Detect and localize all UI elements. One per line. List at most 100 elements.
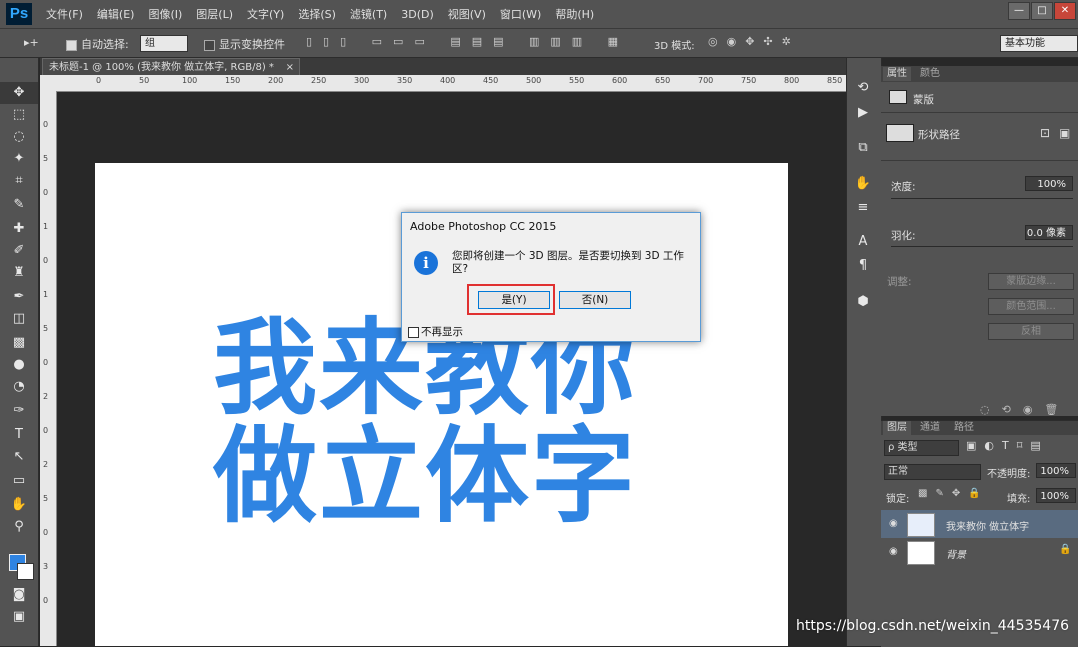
- zoom-tool-icon[interactable]: ⚲: [0, 516, 38, 538]
- ruler-tick-label: 500: [526, 76, 542, 85]
- document-tab[interactable]: 未标题-1 @ 100% (我来教你 做立体字, RGB/8) * ×: [42, 58, 300, 75]
- crop-tool-icon[interactable]: ⌗: [0, 170, 38, 192]
- mask-edge-button[interactable]: 蒙版边缘...: [988, 273, 1074, 290]
- divider: [881, 112, 1078, 113]
- layer-name[interactable]: 背景: [946, 546, 966, 561]
- layer-row-text[interactable]: ◉ 我来教你 做立体字: [881, 510, 1078, 538]
- menu-edit[interactable]: 编辑(E): [97, 6, 135, 22]
- visibility-eye-icon[interactable]: ◉: [889, 518, 899, 529]
- vector-mask-icon: [886, 124, 914, 142]
- pen-tool-icon[interactable]: ✑: [0, 400, 38, 422]
- menu-3d[interactable]: 3D(D): [401, 8, 434, 21]
- menu-file[interactable]: 文件(F): [46, 6, 83, 22]
- feather-slider[interactable]: [891, 246, 1073, 247]
- menu-image[interactable]: 图像(I): [148, 6, 182, 22]
- ruler-tick-label: 0: [43, 120, 49, 129]
- fill-input[interactable]: 100%: [1036, 488, 1076, 503]
- add-vector-mask-icon[interactable]: ▣: [1059, 126, 1070, 140]
- color-range-button[interactable]: 颜色范围...: [988, 298, 1074, 315]
- sliders-icon[interactable]: ≡: [846, 198, 880, 218]
- menu-view[interactable]: 视图(V): [448, 6, 486, 22]
- tab-color[interactable]: 颜色: [916, 67, 944, 81]
- adjustments-icon[interactable]: ✋: [846, 174, 880, 194]
- ruler-tick-label: 50: [139, 76, 150, 85]
- actions-play-icon[interactable]: ▶: [846, 103, 880, 123]
- dodge-tool-icon[interactable]: ◔: [0, 376, 38, 398]
- opacity-input[interactable]: 100%: [1036, 463, 1076, 478]
- layer-filter-icons[interactable]: ▣◐T⌑▤: [966, 439, 1049, 452]
- history-panel-icon[interactable]: ⟲: [846, 78, 880, 98]
- tab-paths[interactable]: 路径: [950, 421, 978, 435]
- fill-label: 填充:: [1007, 494, 1031, 505]
- no-button[interactable]: 否(N): [559, 291, 631, 309]
- visibility-eye-icon[interactable]: ◉: [889, 546, 899, 557]
- healing-brush-icon[interactable]: ✚: [0, 218, 38, 240]
- hand-tool-icon[interactable]: ✋: [0, 494, 38, 516]
- screen-mode-icon[interactable]: ▣: [0, 606, 38, 628]
- ruler-tick-label: 0: [43, 426, 49, 435]
- dont-show-checkbox[interactable]: 不再显示: [408, 324, 463, 339]
- history-brush-icon[interactable]: ✒: [0, 286, 38, 308]
- character-panel-icon[interactable]: A: [846, 232, 880, 252]
- marquee-tool-icon[interactable]: ⬚: [0, 104, 38, 126]
- gradient-tool-icon[interactable]: ▩: [0, 332, 38, 354]
- workspace-dropdown[interactable]: 基本功能: [1000, 35, 1078, 52]
- feather-input[interactable]: 0.0 像素: [1025, 225, 1073, 240]
- canvas-text-line2: 做立体字: [213, 415, 638, 537]
- tool-presets-icon[interactable]: ⧉: [846, 138, 880, 158]
- show-transform-label: 显示变换控件: [219, 38, 285, 51]
- paragraph-panel-icon[interactable]: ¶: [846, 256, 880, 276]
- stamp-tool-icon[interactable]: ♜: [0, 262, 38, 284]
- ruler-tick-label: 750: [741, 76, 757, 85]
- ruler-tick-label: 300: [354, 76, 370, 85]
- menu-filter[interactable]: 滤镜(T): [350, 6, 387, 22]
- tab-layers[interactable]: 图层: [883, 421, 911, 435]
- 3d-mode-icons[interactable]: ◎◉✥✣✲: [708, 35, 800, 48]
- quick-mask-icon[interactable]: ◙: [0, 584, 38, 606]
- feather-label: 羽化:: [891, 230, 916, 242]
- blend-mode-dropdown[interactable]: 正常: [884, 464, 981, 480]
- auto-select-dropdown[interactable]: 组: [140, 35, 188, 52]
- adjust-label: 调整:: [887, 276, 912, 288]
- close-button[interactable]: ✕: [1054, 2, 1076, 20]
- shape-tool-icon[interactable]: ▭: [0, 470, 38, 492]
- checkbox-icon: [408, 326, 419, 338]
- menu-window[interactable]: 窗口(W): [500, 6, 541, 22]
- type-tool-icon[interactable]: T: [0, 424, 38, 446]
- path-select-icon[interactable]: ↖: [0, 446, 38, 468]
- magic-wand-icon[interactable]: ✦: [0, 148, 38, 170]
- move-tool-icon[interactable]: ✥: [0, 82, 38, 104]
- maximize-button[interactable]: □: [1031, 2, 1053, 20]
- menu-help[interactable]: 帮助(H): [555, 6, 594, 22]
- auto-select-checkbox[interactable]: 自动选择:: [66, 36, 129, 52]
- photoshop-logo: Ps: [6, 3, 32, 25]
- show-transform-checkbox[interactable]: 显示变换控件: [204, 36, 285, 52]
- lock-icon: 🔒: [1059, 544, 1072, 555]
- density-input[interactable]: 100%: [1025, 176, 1073, 191]
- 3d-panel-icon[interactable]: ⬢: [846, 292, 880, 312]
- eraser-tool-icon[interactable]: ◫: [0, 308, 38, 330]
- layer-name[interactable]: 我来教你 做立体字: [946, 518, 1029, 533]
- move-tool-icon[interactable]: ▸+: [24, 36, 39, 49]
- background-color-swatch[interactable]: [17, 563, 34, 580]
- align-icons[interactable]: ▯▯▯ ▭▭▭ ▤▤▤ ▥▥▥ ▦: [306, 35, 629, 48]
- info-icon: i: [414, 251, 438, 275]
- eyedropper-icon[interactable]: ✎: [0, 194, 38, 216]
- density-slider[interactable]: [891, 198, 1073, 199]
- add-pixel-mask-icon[interactable]: ⊡: [1040, 126, 1050, 140]
- tab-channels[interactable]: 通道: [916, 421, 944, 435]
- brush-tool-icon[interactable]: ✐: [0, 240, 38, 262]
- lasso-tool-icon[interactable]: ◌: [0, 126, 38, 148]
- invert-button[interactable]: 反相: [988, 323, 1074, 340]
- blur-tool-icon[interactable]: ●: [0, 354, 38, 376]
- menu-layer[interactable]: 图层(L): [196, 6, 233, 22]
- layer-filter-dropdown[interactable]: ρ 类型: [884, 440, 959, 456]
- minimize-button[interactable]: —: [1008, 2, 1030, 20]
- layer-row-background[interactable]: ◉ 背景 🔒: [881, 538, 1078, 566]
- menu-type[interactable]: 文字(Y): [247, 6, 284, 22]
- close-tab-icon[interactable]: ×: [286, 59, 294, 76]
- lock-icons[interactable]: ▩✎✥🔒: [918, 488, 989, 499]
- tab-properties[interactable]: 属性: [883, 67, 911, 81]
- menu-select[interactable]: 选择(S): [298, 6, 336, 22]
- properties-footer-icons[interactable]: ◌⟲◉🗑: [980, 403, 1070, 416]
